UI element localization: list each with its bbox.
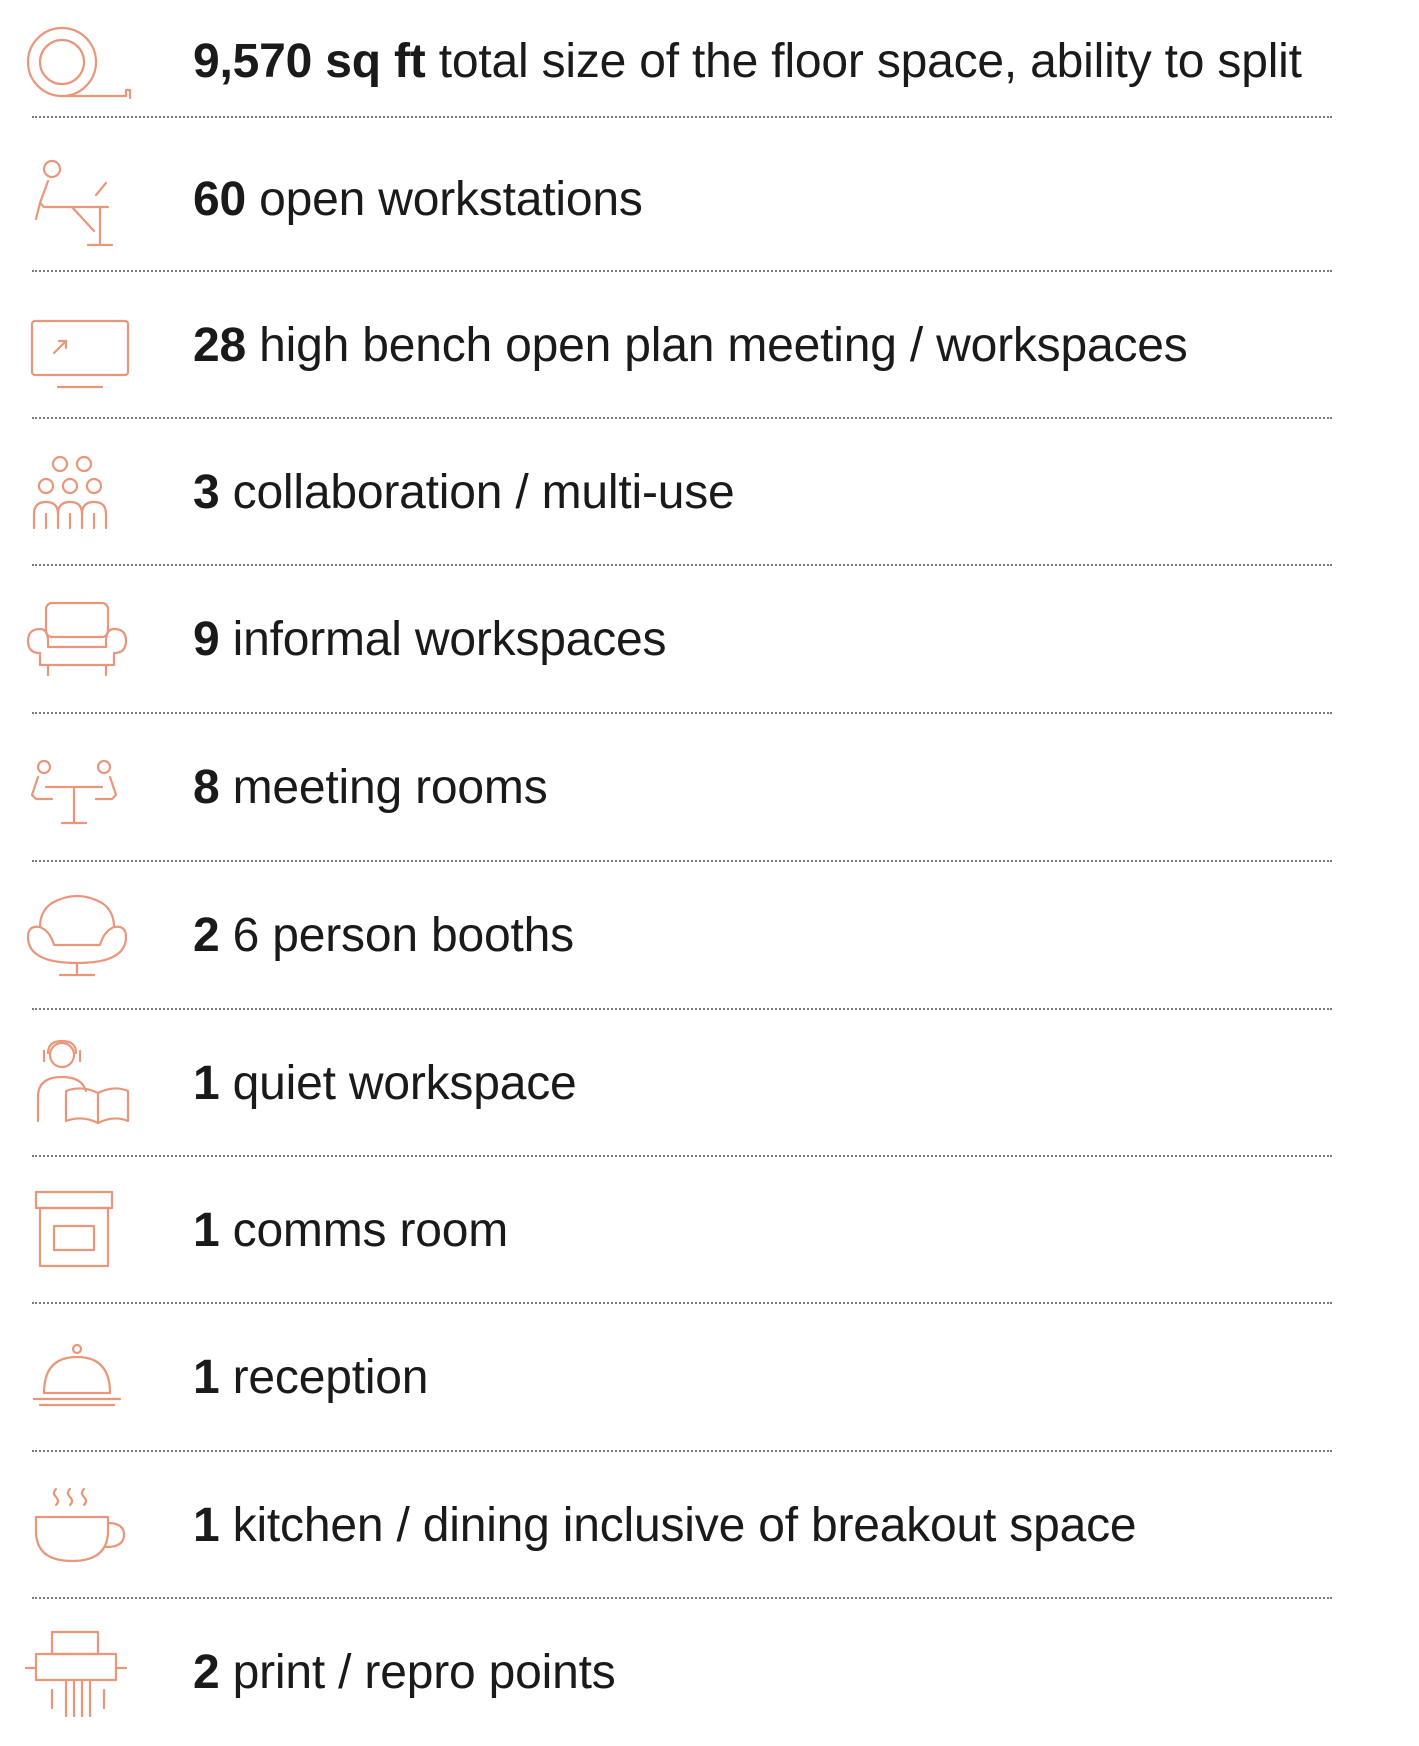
list-item: 1 kitchen / dining inclusive of breakout…: [0, 1452, 1419, 1599]
list-item: 2 print / repro points: [0, 1599, 1419, 1746]
item-count: 3: [193, 465, 220, 519]
coffee-cup-icon: [22, 1481, 132, 1571]
item-count: 1: [193, 1498, 220, 1552]
item-count: 8: [193, 760, 220, 814]
item-label: 6 person booths: [232, 908, 574, 962]
printer-icon: [22, 1628, 132, 1718]
item-count: 1: [193, 1203, 220, 1257]
item-label: kitchen / dining inclusive of breakout s…: [232, 1498, 1137, 1552]
item-label: reception: [232, 1350, 429, 1404]
tape-measure-icon: [22, 17, 132, 107]
person-at-desk-icon: [22, 155, 132, 246]
list-item: 2 6 person booths: [0, 862, 1419, 1009]
list-item: 1 reception: [0, 1304, 1419, 1451]
armchair-icon: [22, 595, 132, 685]
list-item: 28 high bench open plan meeting / worksp…: [0, 272, 1419, 419]
item-label: informal workspaces: [232, 612, 667, 666]
list-item: 8 meeting rooms: [0, 714, 1419, 861]
item-count: 9: [193, 612, 220, 666]
server-cabinet-icon: [22, 1186, 132, 1276]
item-label: meeting rooms: [232, 760, 548, 814]
item-label: comms room: [232, 1203, 509, 1257]
item-label: collaboration / multi-use: [232, 465, 735, 519]
item-label: quiet workspace: [232, 1056, 577, 1110]
meeting-table-icon: [22, 743, 132, 833]
divider: [32, 116, 1332, 118]
item-count: 2: [193, 1645, 220, 1699]
list-item: 60 open workstations: [0, 126, 1419, 273]
list-item: 9 informal workspaces: [0, 566, 1419, 713]
monitor-icon: [22, 301, 132, 391]
reception-bell-icon: [22, 1333, 132, 1423]
item-label: open workstations: [259, 172, 643, 226]
amenities-list: 9,570 sq ft total size of the floor spac…: [0, 0, 1419, 1717]
list-item: 3 collaboration / multi-use: [0, 419, 1419, 566]
item-count: 1: [193, 1350, 220, 1404]
item-count: 2: [193, 908, 220, 962]
item-count: 60: [193, 172, 246, 226]
item-count: 1: [193, 1056, 220, 1110]
lounge-chair-icon: [22, 891, 132, 981]
item-label: high bench open plan meeting / workspace…: [259, 318, 1188, 372]
item-label: print / repro points: [232, 1645, 616, 1699]
item-count: 28: [193, 318, 246, 372]
item-label: total size of the floor space, ability t…: [438, 34, 1302, 88]
item-count: 9,570 sq ft: [193, 34, 426, 88]
list-item: 1 quiet workspace: [0, 1010, 1419, 1157]
group-of-people-icon: [22, 448, 132, 538]
list-item: 9,570 sq ft total size of the floor spac…: [0, 0, 1419, 135]
list-item: 1 comms room: [0, 1157, 1419, 1304]
person-reading-icon: [22, 1039, 132, 1129]
